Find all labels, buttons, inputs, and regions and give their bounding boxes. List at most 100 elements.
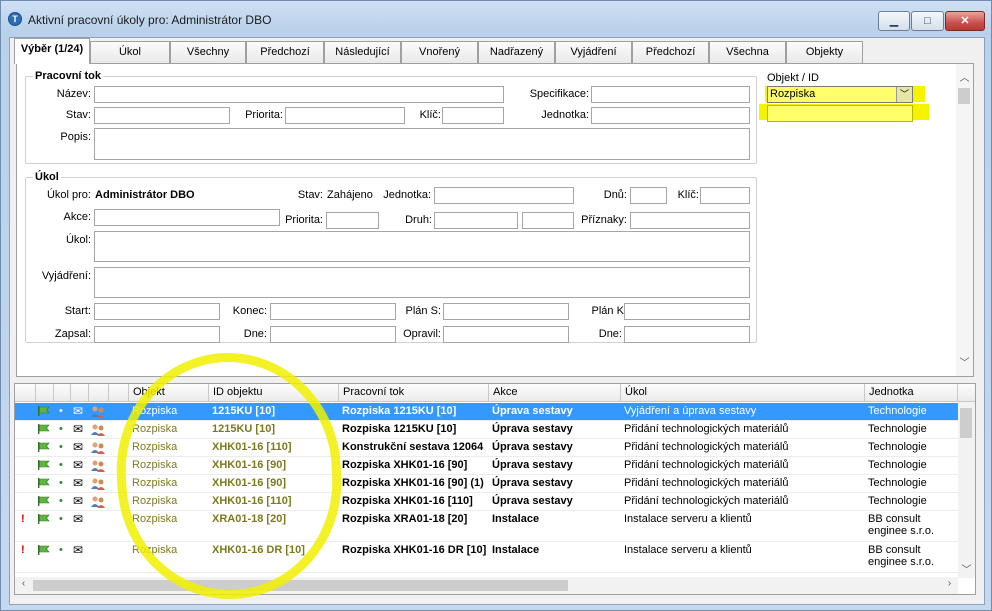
table-row[interactable]: • ✉ Rozpiska 1215KU [10] Rozpiska 1215KU [10…: [15, 403, 958, 421]
task-priorita-input[interactable]: [326, 212, 379, 229]
cell-akce: Úprava sestavy: [492, 459, 573, 471]
plan-k-input[interactable]: [624, 303, 750, 320]
minimize-button[interactable]: ▁: [878, 11, 910, 31]
mail-icon: ✉: [73, 404, 84, 418]
cell-jednotka: BB consult enginee s.r.o.: [868, 513, 935, 537]
table-row[interactable]: ! • ✉ Rozpiska XHK01-16 DR [10] Rozpiska XHK0…: [15, 542, 958, 573]
tab-vnoreny[interactable]: Vnořený: [401, 41, 478, 63]
akce-input[interactable]: [94, 209, 280, 226]
zapsal-label: Zapsal:: [54, 328, 91, 340]
panel-scrollbar[interactable]: ︿ ﹀: [956, 64, 973, 376]
klic-label: Klíč:: [419, 109, 441, 121]
column-pracovni-tok[interactable]: Pracovní tok: [339, 384, 489, 402]
popis-label: Popis:: [60, 131, 91, 143]
cell-objekt: Rozpiska: [132, 513, 178, 525]
table-row[interactable]: • ✉ Rozpiska XHK01-16 [110] Rozpiska XHK01-1…: [15, 493, 958, 511]
table-row[interactable]: • ✉ Rozpiska XHK01-16 [90] Rozpiska XHK01-16…: [15, 457, 958, 475]
opravil-label: Opravil:: [403, 328, 441, 340]
chevron-left-icon[interactable]: ‹: [15, 578, 32, 589]
cell-pracovni-tok: Rozpiska XHK01-16 DR [10]: [342, 544, 487, 556]
plan-s-input[interactable]: [443, 303, 569, 320]
chevron-right-icon[interactable]: ›: [941, 578, 958, 589]
column-users[interactable]: [89, 384, 109, 402]
jednotka-input[interactable]: [591, 107, 750, 124]
nazev-input[interactable]: [94, 86, 504, 103]
stav-input[interactable]: [94, 107, 230, 124]
task-klic-input[interactable]: [700, 187, 750, 204]
table-row[interactable]: • ✉ Rozpiska XHK01-16 [90] Rozpiska XHK01-16…: [15, 475, 958, 493]
column-id-objektu[interactable]: ID objektu: [209, 384, 339, 402]
konec-input[interactable]: [270, 303, 396, 320]
specifikace-input[interactable]: [591, 86, 750, 103]
tab-vyjadreni[interactable]: Vyjádření: [555, 41, 632, 63]
dnu-input[interactable]: [630, 187, 667, 204]
klic-input[interactable]: [442, 107, 504, 124]
chevron-down-icon[interactable]: ﹀: [958, 561, 975, 576]
column-blank[interactable]: [109, 384, 129, 402]
mail-icon: ✉: [73, 422, 84, 436]
panel-scrollbar-thumb[interactable]: [958, 88, 970, 104]
flag-icon: [38, 514, 50, 524]
table-row[interactable]: ! • ✉ Rozpiska XRA01-18 [20] Rozpiska XRA01-1…: [15, 511, 958, 542]
dne2-input[interactable]: [624, 326, 750, 343]
cell-akce: Úprava sestavy: [492, 423, 573, 435]
maximize-button[interactable]: □: [911, 11, 944, 31]
task-ukol-input[interactable]: [94, 231, 750, 262]
grid-vertical-scrollbar[interactable]: ﹀: [958, 402, 975, 578]
druh-input[interactable]: [434, 212, 518, 229]
tab-ukol[interactable]: Úkol: [90, 41, 170, 63]
column-flag[interactable]: [36, 384, 54, 402]
column-objekt[interactable]: Objekt: [129, 384, 209, 402]
start-input[interactable]: [94, 303, 220, 320]
cell-id-objektu: XHK01-16 [110]: [212, 495, 292, 507]
column-mail[interactable]: [71, 384, 89, 402]
chevron-down-icon[interactable]: ﹀: [896, 87, 912, 102]
column-urgent[interactable]: [15, 384, 36, 402]
grid-vscroll-thumb[interactable]: [960, 408, 972, 438]
akce-label: Akce:: [63, 211, 91, 223]
druh-extra-input[interactable]: [522, 212, 574, 229]
zapsal-input[interactable]: [94, 326, 220, 343]
tab-predchozi-2[interactable]: Předchozí: [632, 41, 709, 63]
cell-pracovni-tok: Rozpiska XRA01-18 [20]: [342, 513, 468, 525]
grid-hscroll-thumb[interactable]: [33, 580, 568, 591]
column-dot[interactable]: [54, 384, 71, 402]
dnu-label: Dnů:: [603, 189, 627, 201]
column-ukol[interactable]: Úkol: [621, 384, 865, 402]
popis-input[interactable]: [94, 128, 750, 160]
table-row[interactable]: • ✉ Rozpiska XHK01-16 [110] Konstrukční sest…: [15, 439, 958, 457]
konec-label: Konec:: [232, 305, 267, 317]
chevron-up-icon[interactable]: ︿: [956, 69, 973, 84]
chevron-down-icon[interactable]: ﹀: [956, 354, 973, 369]
object-id-input[interactable]: [767, 105, 913, 122]
tab-predchozi[interactable]: Předchozí: [246, 41, 324, 63]
column-jednotka[interactable]: Jednotka: [865, 384, 958, 402]
tab-vsechna[interactable]: Všechna: [709, 41, 786, 63]
mail-icon: ✉: [73, 440, 84, 454]
tab-objekty[interactable]: Objekty: [786, 41, 863, 63]
tab-nasledujici[interactable]: Následující: [324, 41, 401, 63]
object-type-select[interactable]: Rozpiska ﹀: [767, 86, 913, 103]
grid-horizontal-scrollbar[interactable]: ‹ ›: [15, 577, 958, 594]
cell-id-objektu: XHK01-16 [90]: [212, 477, 286, 489]
title-bar[interactable]: T Aktivní pracovní úkoly pro: Administrá…: [1, 1, 991, 35]
tab-vsechny[interactable]: Všechny: [170, 41, 246, 63]
cell-id-objektu: XRA01-18 [20]: [212, 513, 286, 525]
dne-input[interactable]: [270, 326, 396, 343]
priznaky-input[interactable]: [630, 212, 750, 229]
column-akce[interactable]: Akce: [489, 384, 621, 402]
opravil-input[interactable]: [443, 326, 569, 343]
tab-vyber[interactable]: Výběr (1/24): [14, 38, 90, 64]
ukol-pro-label: Úkol pro:: [46, 189, 91, 201]
table-row[interactable]: • ✉ Rozpiska 1215KU [10] Rozpiska 1215KU [10…: [15, 421, 958, 439]
cell-pracovni-tok: Konstrukční sestava 12064: [342, 441, 484, 453]
vyjadreni-input[interactable]: [94, 267, 750, 298]
mail-icon: ✉: [73, 494, 84, 508]
object-type-value: Rozpiska: [770, 88, 816, 100]
priorita-input[interactable]: [285, 107, 405, 124]
close-button[interactable]: ✕: [945, 11, 985, 31]
status-dot-icon: •: [59, 423, 63, 435]
cell-id-objektu: XHK01-16 DR [10]: [212, 544, 305, 556]
tab-nadrazeny[interactable]: Nadřazený: [478, 41, 555, 63]
task-jednotka-input[interactable]: [434, 187, 574, 204]
